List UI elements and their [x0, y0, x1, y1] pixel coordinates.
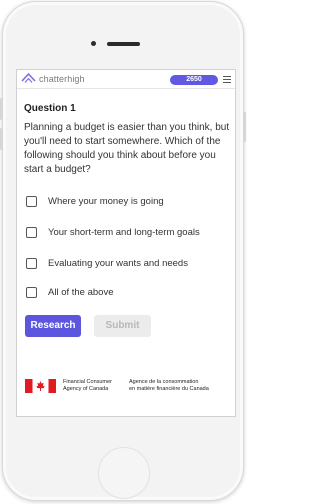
option-label[interactable]: Evaluating your wants and needs — [48, 258, 188, 269]
canada-flag-icon — [25, 379, 56, 393]
submit-button[interactable]: Submit — [94, 315, 151, 337]
answer-option[interactable]: Where your money is going — [26, 194, 164, 208]
option-label[interactable]: All of the above — [48, 287, 114, 298]
answer-option[interactable]: Evaluating your wants and needs — [26, 256, 188, 270]
fcac-french-line2: en matière financière du Canada — [129, 386, 209, 392]
question-title: Question 1 — [24, 103, 76, 114]
front-camera — [91, 41, 96, 46]
checkbox[interactable] — [26, 226, 37, 238]
fcac-french-name: Agence de la consommation en matière fin… — [129, 379, 209, 393]
app-screen: chatterhigh 2650 Question 1 Planning a b… — [16, 69, 236, 417]
volume-button — [0, 98, 3, 120]
brand-name[interactable]: chatterhigh — [39, 74, 85, 84]
checkbox[interactable] — [26, 286, 37, 298]
question-text: Planning a budget is easier than you thi… — [24, 122, 230, 175]
chatterhigh-logo-icon[interactable] — [20, 72, 37, 85]
volume-button — [0, 128, 3, 150]
power-button — [243, 112, 246, 142]
phone-frame: chatterhigh 2650 Question 1 Planning a b… — [0, 1, 246, 501]
checkbox[interactable] — [26, 195, 37, 207]
sponsor-footer: Financial Consumer Agency of Canada Agen… — [25, 375, 231, 397]
fcac-french-line1: Agence de la consommation — [129, 379, 199, 385]
hamburger-menu-icon[interactable] — [223, 76, 231, 83]
points-badge: 2650 — [170, 75, 218, 85]
fcac-english-name: Financial Consumer Agency of Canada — [63, 379, 112, 393]
option-label[interactable]: Where your money is going — [48, 196, 164, 207]
checkbox[interactable] — [26, 257, 37, 269]
option-label[interactable]: Your short-term and long-term goals — [48, 227, 200, 238]
app-header: chatterhigh 2650 — [17, 70, 235, 89]
fcac-english-line2: Agency of Canada — [63, 386, 109, 392]
research-button[interactable]: Research — [25, 315, 81, 337]
home-button[interactable] — [98, 447, 150, 499]
earpiece-speaker — [107, 42, 140, 46]
answer-option[interactable]: Your short-term and long-term goals — [26, 225, 200, 239]
answer-option[interactable]: All of the above — [26, 285, 114, 299]
fcac-english-line1: Financial Consumer — [63, 379, 112, 385]
